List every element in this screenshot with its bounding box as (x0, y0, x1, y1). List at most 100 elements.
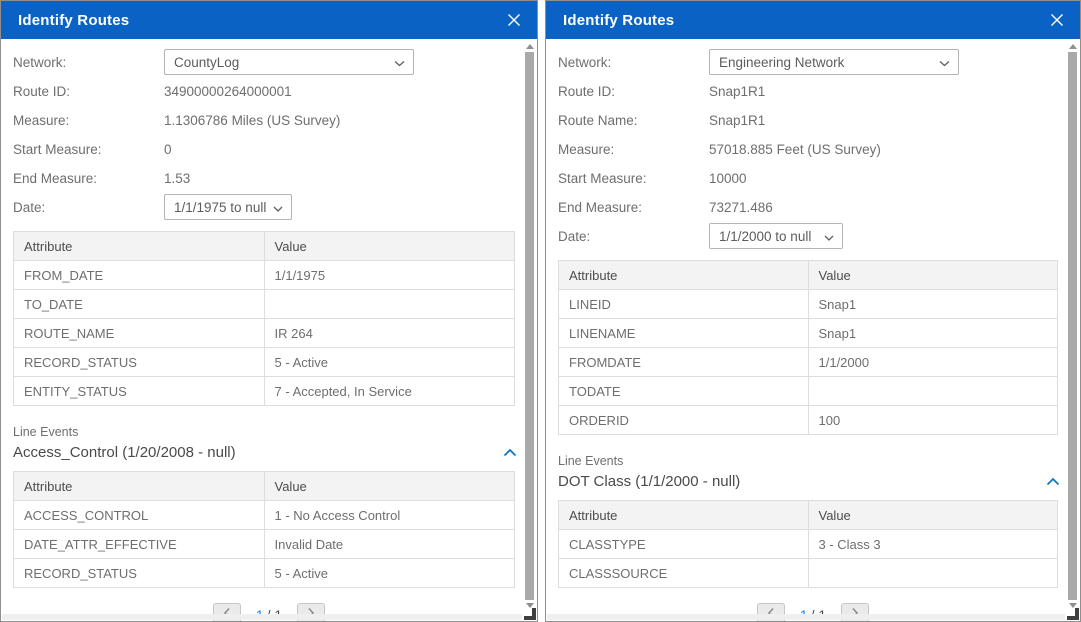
line-events-attribute-table: Attribute Value CLASSTYPE3 - Class 3 CLA… (558, 500, 1058, 588)
route-id-label: Route ID: (558, 84, 709, 99)
attribute-cell: ORDERID (559, 406, 809, 435)
chevron-down-icon (824, 229, 834, 244)
date-label: Date: (558, 229, 709, 244)
chevron-down-icon (939, 55, 950, 70)
attribute-cell: RECORD_STATUS (14, 348, 265, 377)
field-row-start-measure: Start Measure: 0 (1, 135, 537, 163)
vertical-scrollbar[interactable] (1066, 41, 1079, 611)
attribute-column-header: Attribute (14, 472, 265, 501)
field-row-route-id: Route ID: 34900000264000001 (1, 77, 537, 105)
date-select[interactable]: 1/1/1975 to null (164, 194, 292, 220)
resize-grip[interactable] (524, 608, 536, 620)
table-row: TODATE (559, 377, 1058, 406)
value-cell (808, 377, 1058, 406)
field-row-end-measure: End Measure: 73271.486 (546, 193, 1080, 221)
chevron-down-icon (394, 55, 405, 70)
end-measure-label: End Measure: (13, 171, 164, 186)
measure-value: 57018.885 Feet (US Survey) (709, 142, 881, 157)
table-row: LINENAMESnap1 (559, 319, 1058, 348)
network-label: Network: (558, 55, 709, 70)
value-cell: 100 (808, 406, 1058, 435)
table-header-row: Attribute Value (14, 472, 515, 501)
field-row-end-measure: End Measure: 1.53 (1, 164, 537, 192)
value-cell: 1/1/1975 (264, 261, 515, 290)
network-select-value: Engineering Network (719, 55, 844, 70)
field-row-date: Date: 1/1/1975 to null (1, 193, 537, 221)
start-measure-label: Start Measure: (558, 171, 709, 186)
field-row-network: Network: CountyLog (1, 48, 537, 76)
route-attribute-table: Attribute Value FROM_DATE1/1/1975 TO_DAT… (13, 231, 515, 406)
table-row: ROUTE_NAMEIR 264 (14, 319, 515, 348)
close-icon[interactable] (1046, 9, 1068, 31)
window-content: Network: CountyLog Route ID: 34900000264… (1, 39, 537, 622)
attribute-cell: FROM_DATE (14, 261, 265, 290)
line-events-section-title: DOT Class (1/1/2000 - null) (558, 473, 740, 490)
route-id-value: Snap1R1 (709, 84, 765, 99)
line-events-label: Line Events (558, 454, 1080, 468)
measure-label: Measure: (558, 142, 709, 157)
attribute-cell: ROUTE_NAME (14, 319, 265, 348)
field-row-measure: Measure: 57018.885 Feet (US Survey) (546, 135, 1080, 163)
scrollbar-thumb[interactable] (1068, 52, 1077, 600)
attribute-cell: TODATE (559, 377, 809, 406)
route-id-label: Route ID: (13, 84, 164, 99)
end-measure-value: 1.53 (164, 171, 190, 186)
date-label: Date: (13, 200, 164, 215)
attribute-column-header: Attribute (14, 232, 265, 261)
chevron-up-icon[interactable] (1046, 477, 1060, 486)
route-id-value: 34900000264000001 (164, 84, 292, 99)
window-content: Network: Engineering Network Route ID: S… (546, 39, 1080, 622)
attribute-cell: CLASSSOURCE (559, 559, 809, 588)
value-cell: Invalid Date (264, 530, 515, 559)
value-cell: 1 - No Access Control (264, 501, 515, 530)
horizontal-scrollbar[interactable] (2, 614, 522, 620)
field-row-start-measure: Start Measure: 10000 (546, 164, 1080, 192)
table-row: FROM_DATE1/1/1975 (14, 261, 515, 290)
resize-grip[interactable] (1067, 608, 1079, 620)
scroll-up-icon[interactable] (1069, 44, 1077, 49)
value-cell: 1/1/2000 (808, 348, 1058, 377)
end-measure-label: End Measure: (558, 200, 709, 215)
window-title: Identify Routes (18, 12, 503, 29)
line-events-attribute-table: Attribute Value ACCESS_CONTROL1 - No Acc… (13, 471, 515, 588)
value-cell (808, 559, 1058, 588)
attribute-column-header: Attribute (559, 261, 809, 290)
attribute-column-header: Attribute (559, 501, 809, 530)
measure-value: 1.1306786 Miles (US Survey) (164, 113, 340, 128)
end-measure-value: 73271.486 (709, 200, 773, 215)
value-cell (264, 290, 515, 319)
attribute-cell: DATE_ATTR_EFFECTIVE (14, 530, 265, 559)
chevron-down-icon (273, 200, 283, 215)
value-column-header: Value (264, 232, 515, 261)
attribute-cell: ACCESS_CONTROL (14, 501, 265, 530)
chevron-up-icon[interactable] (503, 448, 517, 457)
table-row: CLASSSOURCE (559, 559, 1058, 588)
horizontal-scrollbar[interactable] (547, 614, 1065, 620)
value-column-header: Value (808, 261, 1058, 290)
close-icon[interactable] (503, 9, 525, 31)
table-row: ACCESS_CONTROL1 - No Access Control (14, 501, 515, 530)
start-measure-value: 0 (164, 142, 172, 157)
start-measure-value: 10000 (709, 171, 747, 186)
line-events-section-title: Access_Control (1/20/2008 - null) (13, 444, 236, 461)
attribute-cell: LINEID (559, 290, 809, 319)
table-row: TO_DATE (14, 290, 515, 319)
scroll-up-icon[interactable] (526, 44, 534, 49)
date-select[interactable]: 1/1/2000 to null (709, 223, 843, 249)
value-cell: Snap1 (808, 290, 1058, 319)
value-cell: 5 - Active (264, 559, 515, 588)
field-row-route-name: Route Name: Snap1R1 (546, 106, 1080, 134)
value-cell: IR 264 (264, 319, 515, 348)
window-titlebar: Identify Routes (1, 1, 537, 39)
route-name-value: Snap1R1 (709, 113, 765, 128)
scrollbar-thumb[interactable] (525, 52, 534, 600)
window-title: Identify Routes (563, 12, 1046, 29)
attribute-cell: TO_DATE (14, 290, 265, 319)
table-header-row: Attribute Value (559, 501, 1058, 530)
network-select[interactable]: Engineering Network (709, 49, 959, 75)
table-row: RECORD_STATUS5 - Active (14, 348, 515, 377)
network-select[interactable]: CountyLog (164, 49, 414, 75)
identify-routes-window-right: Identify Routes Network: Engineering Net… (545, 0, 1081, 622)
attribute-cell: CLASSTYPE (559, 530, 809, 559)
vertical-scrollbar[interactable] (523, 41, 536, 611)
